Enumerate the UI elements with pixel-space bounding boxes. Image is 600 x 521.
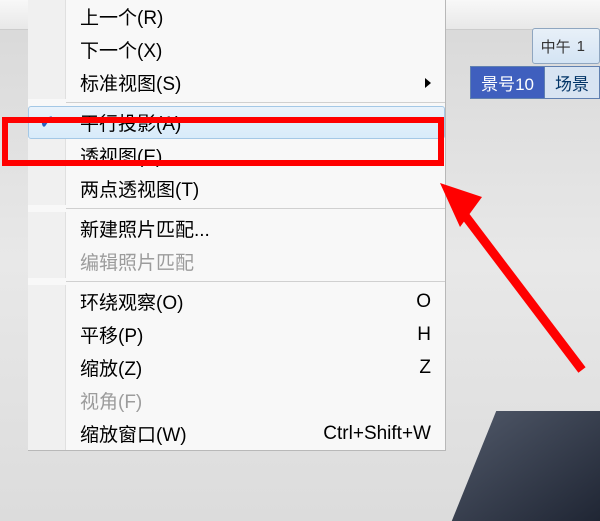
menu-label: 视角(F) <box>66 387 431 414</box>
menu-icon-slot <box>28 384 66 417</box>
menu-label: 编辑照片匹配 <box>66 248 431 275</box>
check-icon: ✓ <box>39 112 54 133</box>
menu-label: 平移(P) <box>66 321 417 348</box>
tab-scene-10[interactable]: 景号10 <box>471 67 545 98</box>
menu-label: 缩放窗口(W) <box>66 420 323 447</box>
menu-perspective[interactable]: 透视图(E) <box>28 139 445 172</box>
menu-icon-slot <box>28 33 66 66</box>
menu-edit-photo-match: 编辑照片匹配 <box>28 245 445 278</box>
menu-label: 平行投影(A) <box>66 109 430 136</box>
menu-label: 透视图(E) <box>66 142 431 169</box>
menu-icon-slot <box>28 172 66 205</box>
menu-icon-slot <box>28 66 66 99</box>
tab-bar: 景号10 场景 <box>470 66 600 99</box>
menu-fov: 视角(F) <box>28 384 445 417</box>
menu-shortcut: Ctrl+Shift+W <box>323 423 431 445</box>
menu-two-point-perspective[interactable]: 两点透视图(T) <box>28 172 445 205</box>
menu-parallel-projection[interactable]: ✓ 平行投影(A) <box>28 106 445 139</box>
menu-shortcut: H <box>417 324 431 346</box>
menu-icon-slot <box>28 318 66 351</box>
menu-zoom-window[interactable]: 缩放窗口(W) Ctrl+Shift+W <box>28 417 445 450</box>
menu-icon-slot <box>28 212 66 245</box>
time-label: 中午 <box>541 36 571 57</box>
menu-icon-slot: ✓ <box>29 107 66 138</box>
menu-icon-slot <box>28 285 66 318</box>
camera-context-menu: 上一个(R) 下一个(X) 标准视图(S) ✓ 平行投影(A) 透视图(E) 两… <box>28 0 446 451</box>
menu-label: 标准视图(S) <box>66 69 417 96</box>
menu-pan[interactable]: 平移(P) H <box>28 318 445 351</box>
menu-separator <box>66 102 445 103</box>
menu-orbit[interactable]: 环绕观察(O) O <box>28 285 445 318</box>
menu-icon-slot <box>28 139 66 172</box>
submenu-arrow-icon <box>425 78 431 88</box>
menu-icon-slot <box>28 351 66 384</box>
menu-shortcut: O <box>416 291 431 313</box>
menu-separator <box>66 208 445 209</box>
menu-zoom[interactable]: 缩放(Z) Z <box>28 351 445 384</box>
menu-new-photo-match[interactable]: 新建照片匹配... <box>28 212 445 245</box>
menu-standard-views[interactable]: 标准视图(S) <box>28 66 445 99</box>
time-panel: 中午 1 <box>532 28 600 64</box>
menu-label: 两点透视图(T) <box>66 175 431 202</box>
time-value: 1 <box>577 38 585 55</box>
menu-label: 新建照片匹配... <box>66 215 431 242</box>
menu-icon-slot <box>28 245 66 278</box>
menu-label: 下一个(X) <box>66 36 431 63</box>
menu-label: 缩放(Z) <box>66 354 419 381</box>
menu-label: 环绕观察(O) <box>66 288 416 315</box>
menu-icon-slot <box>28 417 66 450</box>
menu-next[interactable]: 下一个(X) <box>28 33 445 66</box>
menu-shortcut: Z <box>419 357 431 379</box>
menu-label: 上一个(R) <box>66 3 431 30</box>
tab-scene-next[interactable]: 场景 <box>545 67 599 98</box>
menu-previous[interactable]: 上一个(R) <box>28 0 445 33</box>
menu-separator <box>66 281 445 282</box>
menu-icon-slot <box>28 0 66 33</box>
